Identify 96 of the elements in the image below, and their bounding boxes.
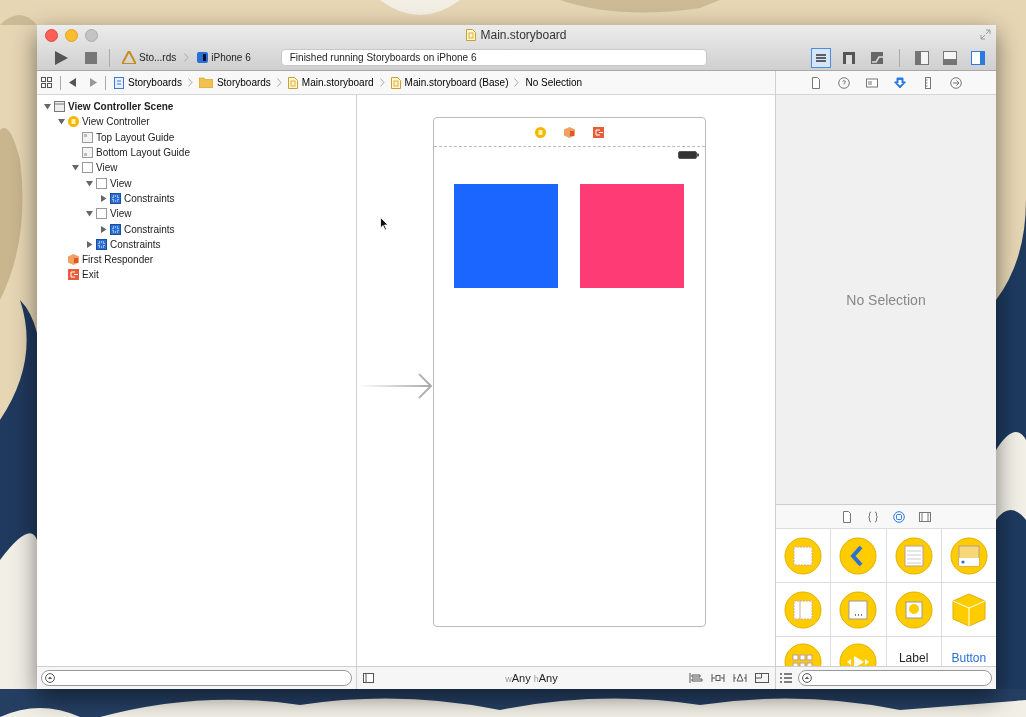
constraints-icon [110, 223, 121, 235]
inspector-tab[interactable] [866, 76, 878, 89]
path-item[interactable]: No Selection [525, 77, 583, 88]
outline-item[interactable]: View [110, 177, 132, 189]
folder-icon [198, 77, 213, 88]
chevron-icon [379, 78, 385, 87]
close-button[interactable] [45, 28, 58, 42]
identity-card-icon [866, 76, 878, 89]
object-icon [893, 510, 905, 523]
outline-item[interactable]: Bottom Layout Guide [96, 147, 190, 159]
library-tab[interactable] [919, 510, 931, 523]
outline-item[interactable]: View [96, 162, 118, 174]
disclosure-triangle-icon[interactable] [99, 225, 107, 233]
back-icon[interactable] [69, 78, 77, 87]
ruler-icon [922, 76, 934, 89]
disclosure-triangle-icon[interactable] [85, 179, 93, 187]
inspector-tab[interactable] [950, 76, 962, 89]
outline-toggle-icon[interactable] [363, 673, 374, 683]
attributes-icon [894, 76, 906, 89]
scheme-selector[interactable]: Sto...rds [122, 51, 177, 64]
project-icon [114, 76, 124, 89]
file-icon [810, 76, 822, 89]
related-items-icon[interactable] [41, 77, 52, 88]
fullscreen-icon[interactable] [980, 29, 991, 40]
window-title: Main.storyboard [480, 28, 567, 42]
chevron-icon [276, 78, 282, 87]
view-icon [82, 162, 93, 174]
outline-item[interactable]: Top Layout Guide [96, 131, 175, 143]
run-icon[interactable] [53, 49, 69, 66]
outline-item[interactable]: First Responder [82, 254, 154, 266]
connections-icon [950, 76, 962, 89]
outline-item[interactable]: View Controller Scene [68, 101, 174, 113]
empty-message: No Selection [846, 291, 926, 308]
forward-icon[interactable] [89, 78, 97, 87]
chevron-icon [514, 78, 520, 87]
battery-icon [678, 151, 699, 159]
outline-item[interactable]: Constraints [124, 192, 175, 204]
pin-icon[interactable] [711, 673, 725, 683]
cursor-icon [380, 217, 389, 231]
resizing-icon[interactable] [755, 673, 769, 683]
storyboard-file-icon [287, 76, 298, 89]
help-icon [838, 76, 850, 89]
outline-item[interactable]: Constraints [124, 223, 175, 235]
disclosure-triangle-icon[interactable] [71, 164, 79, 172]
media-icon [919, 510, 931, 523]
view-controller-icon [68, 116, 79, 128]
outline-item[interactable]: View Controller [82, 116, 150, 128]
library-tab[interactable] [867, 510, 879, 523]
library-tab[interactable] [893, 510, 905, 523]
chevron-icon [187, 78, 193, 87]
inspector-tab[interactable] [894, 76, 906, 89]
layout-guide-icon [82, 147, 93, 159]
filter-field[interactable] [798, 670, 992, 686]
device-selector[interactable]: iPhone 6 [197, 52, 251, 63]
outline-item[interactable]: Constraints [110, 238, 161, 250]
cube-icon [564, 126, 575, 138]
file-icon [841, 510, 853, 523]
view-icon [96, 208, 107, 220]
disclosure-triangle-icon[interactable] [99, 194, 107, 202]
outline-item[interactable]: Exit [82, 269, 99, 281]
disclosure-triangle-icon[interactable] [85, 210, 93, 218]
inspector-tab[interactable] [922, 76, 934, 89]
view-controller-icon [535, 126, 546, 138]
stop-icon[interactable] [85, 51, 97, 64]
braces-icon [867, 510, 879, 523]
path-item[interactable]: Main.storyboard [287, 76, 374, 89]
align-icon[interactable] [689, 673, 703, 683]
navigation-controller-icon[interactable] [839, 536, 878, 575]
path-item[interactable]: Storyboards [198, 77, 271, 88]
device-icon [197, 52, 209, 63]
exit-icon [593, 126, 604, 138]
storyboard-file-icon [390, 76, 401, 89]
disclosure-triangle-icon[interactable] [85, 240, 93, 248]
inspector-tab[interactable] [810, 76, 822, 89]
filter-icon [802, 673, 812, 683]
filter-field[interactable] [41, 670, 352, 686]
list-view-icon[interactable] [780, 673, 792, 683]
inspector-tab[interactable] [838, 76, 850, 89]
disclosure-triangle-icon[interactable] [57, 118, 65, 126]
constraints-icon [110, 192, 121, 204]
library-tab[interactable] [841, 510, 853, 523]
scene-icon [54, 101, 65, 113]
layout-guide-icon [82, 131, 93, 143]
disclosure-triangle-icon[interactable] [43, 103, 51, 111]
activity-status: Finished running Storyboards on iPhone 6 [280, 49, 707, 66]
outline-item[interactable]: View [110, 208, 132, 220]
chevron-icon [184, 53, 190, 62]
constraints-icon [96, 238, 107, 250]
view-icon [96, 177, 107, 189]
storyboard-file-icon [466, 29, 477, 41]
path-item[interactable]: Main.storyboard (Base) [390, 76, 509, 89]
path-item[interactable]: Storyboards [114, 76, 182, 89]
filter-icon [45, 673, 55, 683]
resolve-icon[interactable] [733, 673, 747, 683]
cube-icon [68, 254, 79, 266]
exit-icon [68, 269, 79, 281]
